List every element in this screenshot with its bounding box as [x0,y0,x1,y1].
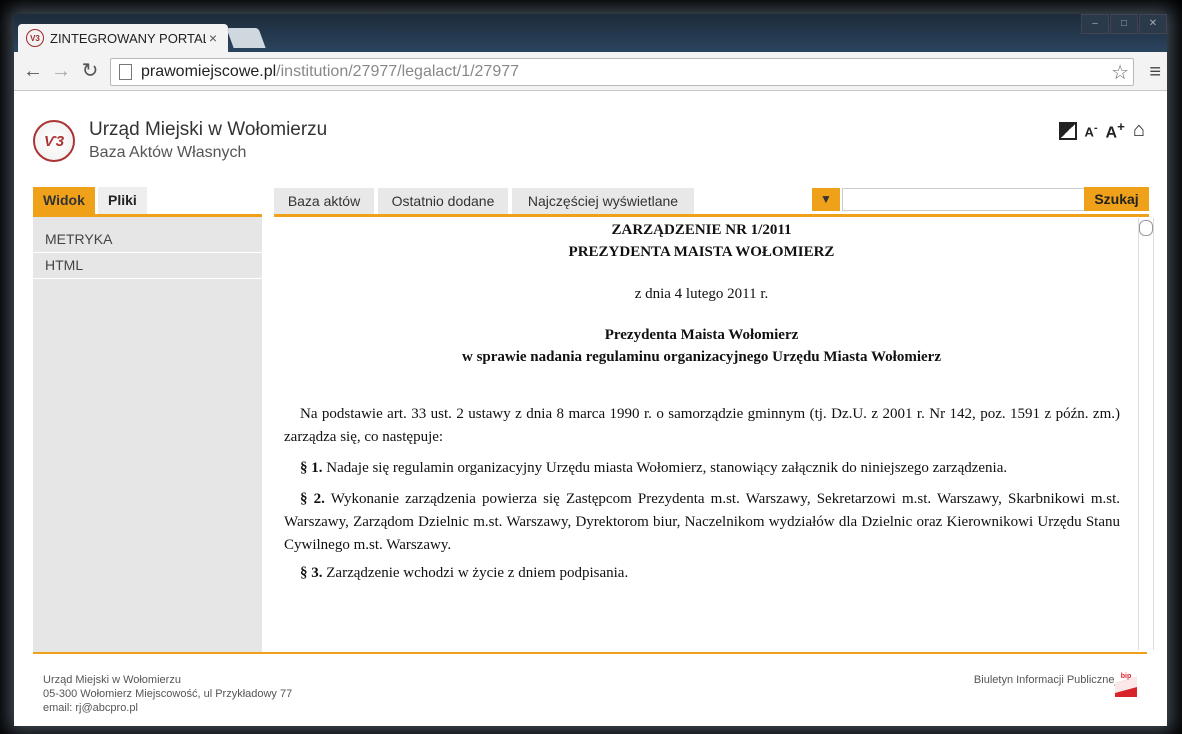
doc-title-1: ZARZĄDZENIE NR 1/2011 [611,222,792,238]
footer-line-1: Urząd Miejski w Wołomierzu [43,674,181,686]
browser-toolbar: ← → ↻ prawomiejscowe.pl/institution/2797… [14,52,1167,91]
sidebar-item-metryka[interactable]: METRYKA [33,227,262,253]
search-button[interactable]: Szukaj [1084,187,1149,211]
page-icon [119,64,132,80]
url-text: prawomiejscowe.pl/institution/27977/lega… [141,63,520,80]
menu-icon[interactable]: ≡ [1149,61,1161,84]
doc-date: z dnia 4 lutego 2011 r. [634,286,769,302]
doc-paragraph-2: § 2. Wykonanie zarządzenia powierza się … [284,491,1120,553]
footer-address: Urząd Miejski w Wołomierzu 05-300 Wołomi… [43,673,292,715]
org-name: Urząd Miejski w Wołomierzu [89,119,328,140]
scroll-thumb[interactable] [1139,220,1153,236]
footer-line-3: email: rj@abcpro.pl [43,702,138,714]
doc-paragraph-3: § 3. Zarządzenie wchodzi w życie z dniem… [300,565,629,581]
web-page: Ѵ3 Urząd Miejski w Wołomierzu Baza Aktów… [14,91,1167,726]
window-controls: – □ ✕ [1080,14,1167,34]
close-window-icon[interactable]: ✕ [1139,14,1167,34]
left-panel: METRYKA HTML [33,217,262,653]
tab-ostatnio-dodane[interactable]: Ostatnio dodane [378,188,508,214]
doc-preamble: Na podstawie art. 33 ust. 2 ustawy z dni… [284,406,1120,445]
favicon-icon: V3 [26,29,44,47]
tab-najczesciej-wyswietlane[interactable]: Najczęściej wyświetlane [512,188,694,214]
address-bar[interactable]: prawomiejscowe.pl/institution/27977/lega… [110,58,1134,86]
org-subtitle: Baza Aktów Własnych [89,144,247,161]
contrast-icon[interactable] [1058,121,1077,140]
bip-logo-text: bip [1121,673,1132,680]
browser-tab[interactable]: V3 ZINTEGROWANY PORTAL × [18,24,228,52]
reload-icon[interactable]: ↻ [79,60,101,82]
main-tabs: Baza aktów Ostatnio dodane Najczęściej w… [274,187,1149,217]
footer-divider [33,652,1147,654]
new-tab-button[interactable] [226,28,266,48]
tab-baza-aktow[interactable]: Baza aktów [274,188,374,214]
document-scrollbar[interactable] [1138,218,1154,650]
bip-logo-icon[interactable]: bip [1115,671,1137,697]
tab-pliki[interactable]: Pliki [98,187,147,214]
bip-link[interactable]: Biuletyn Informacji Publicznej [974,674,1117,686]
accessibility-tools: A- A+ ⌂ [1058,119,1145,142]
doc-subject-2: w sprawie nadania regulaminu organizacyj… [461,349,941,365]
doc-subject-1: Prezydenta Maista Wołomierz [604,327,799,343]
tab-title: ZINTEGROWANY PORTAL [50,30,206,46]
search-dropdown-icon[interactable]: ▼ [812,188,840,211]
browser-window: – □ ✕ V3 ZINTEGROWANY PORTAL × ← → ↻ pra… [14,14,1167,726]
tab-close-icon[interactable]: × [206,30,220,46]
maximize-icon[interactable]: □ [1110,14,1138,34]
font-smaller-icon[interactable]: A- [1085,122,1098,139]
footer-line-2: 05-300 Wołomierz Miejscowość, ul Przykła… [43,688,293,700]
site-logo[interactable]: Ѵ3 [33,120,75,162]
search-input[interactable] [842,188,1092,211]
home-icon[interactable]: ⌂ [1133,119,1145,142]
forward-icon[interactable]: → [50,60,72,82]
tab-widok[interactable]: Widok [33,187,95,214]
doc-title-2: PREZYDENTA MAISTA WOŁOMIERZ [568,244,835,260]
font-larger-icon[interactable]: A+ [1106,119,1125,142]
bookmark-star-icon[interactable]: ☆ [1111,60,1129,85]
title-bar: – □ ✕ V3 ZINTEGROWANY PORTAL × [14,14,1167,54]
sidebar-item-html[interactable]: HTML [33,253,262,279]
doc-paragraph-1: § 1. Nadaje się regulamin organizacyjny … [300,460,1008,476]
document-content: ZARZĄDZENIE NR 1/2011 PREZYDENTA MAISTA … [274,217,1139,651]
back-icon[interactable]: ← [22,60,44,82]
left-tabs: Widok Pliki [33,187,262,217]
minimize-icon[interactable]: – [1081,14,1109,34]
